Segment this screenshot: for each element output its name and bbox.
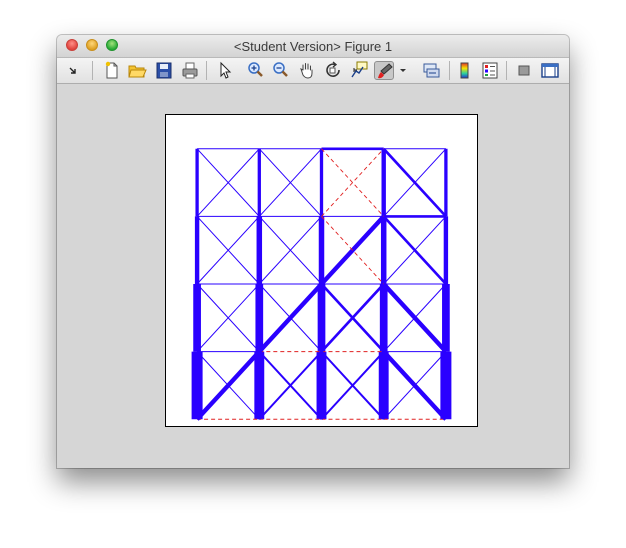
insert-legend-icon[interactable]: [480, 61, 500, 80]
hide-plot-tools-icon[interactable]: [514, 61, 534, 80]
brush-menu-chevron-icon[interactable]: [398, 61, 408, 80]
new-figure-icon[interactable]: [102, 61, 122, 80]
rotate-3d-icon[interactable]: [323, 61, 343, 80]
toolbar-separator: [92, 61, 93, 80]
zoom-out-icon[interactable]: [271, 61, 291, 80]
figure-toolbar: [57, 58, 569, 84]
save-figure-icon[interactable]: [154, 61, 174, 80]
show-plot-tools-icon[interactable]: [540, 61, 560, 80]
dock-arrow-icon[interactable]: [63, 61, 83, 80]
brush-icon[interactable]: [374, 61, 394, 80]
insert-colorbar-icon[interactable]: [455, 61, 475, 80]
link-plot-icon[interactable]: [421, 61, 441, 80]
figure-canvas[interactable]: [57, 84, 569, 468]
toolbar-separator: [506, 61, 507, 80]
pan-icon[interactable]: [297, 61, 317, 80]
toolbar-separator: [206, 61, 207, 80]
data-cursor-icon[interactable]: [349, 61, 369, 80]
title-bar[interactable]: <Student Version> Figure 1: [57, 35, 569, 58]
toolbar-separator: [449, 61, 450, 80]
edit-plot-icon[interactable]: [215, 61, 235, 80]
figure-window: <Student Version> Figure 1: [57, 35, 569, 468]
plot-axes[interactable]: [165, 114, 478, 427]
print-figure-icon[interactable]: [180, 61, 200, 80]
truss-plot: [191, 147, 452, 421]
zoom-in-icon[interactable]: [246, 61, 266, 80]
open-file-icon[interactable]: [127, 61, 147, 80]
window-title: <Student Version> Figure 1: [233, 39, 393, 54]
